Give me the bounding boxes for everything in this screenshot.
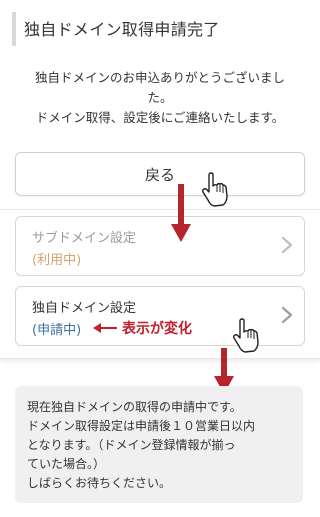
arrow-down-icon <box>171 184 191 242</box>
hand-pointer-icon <box>201 172 228 207</box>
hand-pointer-icon <box>232 318 259 353</box>
status-info-box: 現在独自ドメインの取得の申請中です。 ドメイン取得設定は申請後１０営業日以内 と… <box>15 386 303 503</box>
info-line-3: となります。（ドメイン登録情報が揃っ <box>27 438 236 452</box>
subdomain-setting-item[interactable]: サブドメイン設定 (利用中) <box>15 216 305 276</box>
chevron-right-icon <box>281 306 293 324</box>
change-annotation: 表示が変化 <box>122 321 192 337</box>
custom-domain-setting-status: (申請中) <box>32 323 82 338</box>
message-line-3: ドメイン取得、設定後にご連絡いたします。 <box>35 110 285 125</box>
subdomain-setting-status: (利用中) <box>32 253 82 268</box>
page-title: 独自ドメイン取得申請完了 <box>24 20 220 39</box>
completion-message: 独自ドメインのお申込ありがとうございまし た。 ドメイン取得、設定後にご連絡いた… <box>0 68 320 128</box>
back-button[interactable]: 戻る <box>15 152 305 196</box>
info-line-2: ドメイン取得設定は申請後１０営業日以内 <box>27 419 256 433</box>
custom-domain-setting-title: 独自ドメイン設定 <box>32 301 137 316</box>
info-line-1: 現在独自ドメインの取得の申請中です。 <box>27 400 242 414</box>
message-line-1: 独自ドメインのお申込ありがとうございまし <box>34 70 285 85</box>
arrow-left-icon <box>93 323 117 333</box>
chevron-right-icon <box>281 236 293 254</box>
info-line-4: ていた場合。） <box>27 457 106 471</box>
back-button-label: 戻る <box>144 165 175 184</box>
message-line-2: た。 <box>147 90 173 105</box>
info-line-5: しばらくお待ちください。 <box>27 476 172 490</box>
subdomain-setting-title: サブドメイン設定 <box>32 231 137 246</box>
status-info-text: 現在独自ドメインの取得の申請中です。 ドメイン取得設定は申請後１０営業日以内 と… <box>27 398 299 493</box>
